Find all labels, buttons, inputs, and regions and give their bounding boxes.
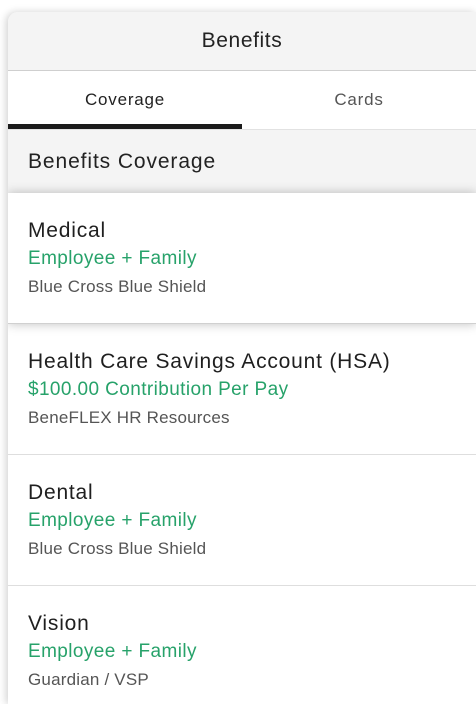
tab-coverage[interactable]: Coverage bbox=[8, 71, 242, 129]
plan-coverage: Employee + Family bbox=[28, 510, 197, 531]
benefits-screen: Benefits Coverage Cards Benefits Coverag… bbox=[8, 12, 476, 704]
tab-cards-label: Cards bbox=[334, 90, 384, 109]
plan-coverage: Employee + Family bbox=[28, 641, 197, 662]
plan-card-hsa[interactable]: Health Care Savings Account (HSA) $100.0… bbox=[8, 324, 476, 455]
plan-card-medical[interactable]: Medical Employee + Family Blue Cross Blu… bbox=[8, 193, 476, 324]
tab-cards[interactable]: Cards bbox=[242, 71, 476, 129]
plan-name: Medical bbox=[28, 219, 106, 242]
page-header: Benefits bbox=[8, 12, 476, 71]
plan-name: Vision bbox=[28, 612, 90, 635]
page-title: Benefits bbox=[201, 29, 283, 52]
benefits-list: Medical Employee + Family Blue Cross Blu… bbox=[8, 193, 476, 704]
tab-coverage-label: Coverage bbox=[84, 90, 166, 109]
plan-card-dental[interactable]: Dental Employee + Family Blue Cross Blue… bbox=[8, 455, 476, 586]
plan-coverage: Employee + Family bbox=[28, 248, 197, 269]
plan-provider: Guardian / VSP bbox=[28, 670, 149, 689]
plan-provider: Blue Cross Blue Shield bbox=[28, 277, 207, 296]
tab-bar: Coverage Cards bbox=[8, 71, 476, 129]
section-title: Benefits Coverage bbox=[28, 149, 217, 173]
plan-provider: Blue Cross Blue Shield bbox=[28, 539, 207, 558]
plan-name: Dental bbox=[28, 481, 94, 504]
section-header: Benefits Coverage bbox=[8, 130, 476, 193]
plan-name: Health Care Savings Account (HSA) bbox=[28, 350, 391, 373]
plan-provider: BeneFLEX HR Resources bbox=[28, 408, 230, 427]
plan-coverage: $100.00 Contribution Per Pay bbox=[28, 379, 289, 400]
plan-card-vision[interactable]: Vision Employee + Family Guardian / VSP bbox=[8, 586, 476, 704]
